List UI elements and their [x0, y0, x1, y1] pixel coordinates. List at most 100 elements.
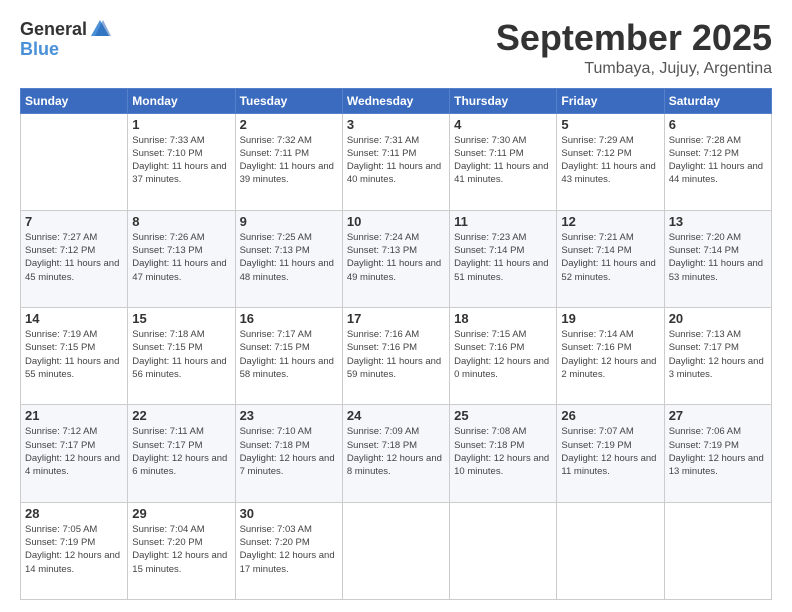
day-info: Sunrise: 7:24 AMSunset: 7:13 PMDaylight:…: [347, 231, 445, 284]
logo-general: General: [20, 20, 87, 38]
month-title: September 2025: [496, 18, 772, 58]
table-row: [664, 502, 771, 599]
day-number: 15: [132, 311, 230, 326]
day-info: Sunrise: 7:23 AMSunset: 7:14 PMDaylight:…: [454, 231, 552, 284]
table-row: 13Sunrise: 7:20 AMSunset: 7:14 PMDayligh…: [664, 210, 771, 307]
calendar-week-3: 21Sunrise: 7:12 AMSunset: 7:17 PMDayligh…: [21, 405, 772, 502]
table-row: [21, 113, 128, 210]
day-info: Sunrise: 7:09 AMSunset: 7:18 PMDaylight:…: [347, 425, 445, 478]
day-info: Sunrise: 7:29 AMSunset: 7:12 PMDaylight:…: [561, 134, 659, 187]
day-info: Sunrise: 7:04 AMSunset: 7:20 PMDaylight:…: [132, 523, 230, 576]
location-title: Tumbaya, Jujuy, Argentina: [496, 60, 772, 78]
day-info: Sunrise: 7:14 AMSunset: 7:16 PMDaylight:…: [561, 328, 659, 381]
table-row: 26 Sunrise: 7:07 AMSunset: 7:19 PMDayligh…: [557, 405, 664, 502]
day-number: 30: [240, 506, 338, 521]
day-number: 27: [669, 408, 767, 423]
table-row: 11Sunrise: 7:23 AMSunset: 7:14 PMDayligh…: [450, 210, 557, 307]
page: General Blue September 2025 Tumbaya, Juj…: [0, 0, 792, 612]
day-number: 23: [240, 408, 338, 423]
day-number: 5: [561, 117, 659, 132]
logo-blue: Blue: [20, 39, 59, 59]
day-number: 26: [561, 408, 659, 423]
day-info: Sunrise: 7:06 AMSunset: 7:19 PMDaylight:…: [669, 425, 767, 478]
calendar-week-0: 1Sunrise: 7:33 AMSunset: 7:10 PMDaylight…: [21, 113, 772, 210]
table-row: 1Sunrise: 7:33 AMSunset: 7:10 PMDaylight…: [128, 113, 235, 210]
day-number: 19: [561, 311, 659, 326]
day-number: 8: [132, 214, 230, 229]
day-number: 29: [132, 506, 230, 521]
day-info: Sunrise: 7:13 AMSunset: 7:17 PMDaylight:…: [669, 328, 767, 381]
col-monday: Monday: [128, 88, 235, 113]
day-info: Sunrise: 7:07 AMSunset: 7:19 PMDaylight:…: [561, 425, 659, 478]
day-number: 10: [347, 214, 445, 229]
day-number: 7: [25, 214, 123, 229]
col-saturday: Saturday: [664, 88, 771, 113]
table-row: 6 Sunrise: 7:28 AMSunset: 7:12 PMDaylight…: [664, 113, 771, 210]
day-number: 17: [347, 311, 445, 326]
day-number: 28: [25, 506, 123, 521]
table-row: 20 Sunrise: 7:13 AMSunset: 7:17 PMDayligh…: [664, 308, 771, 405]
day-info: Sunrise: 7:17 AMSunset: 7:15 PMDaylight:…: [240, 328, 338, 381]
col-wednesday: Wednesday: [342, 88, 449, 113]
table-row: 23 Sunrise: 7:10 AMSunset: 7:18 PMDayligh…: [235, 405, 342, 502]
table-row: [342, 502, 449, 599]
table-row: 12Sunrise: 7:21 AMSunset: 7:14 PMDayligh…: [557, 210, 664, 307]
day-info: Sunrise: 7:33 AMSunset: 7:10 PMDaylight:…: [132, 134, 230, 187]
day-number: 2: [240, 117, 338, 132]
col-friday: Friday: [557, 88, 664, 113]
day-info: Sunrise: 7:25 AMSunset: 7:13 PMDaylight:…: [240, 231, 338, 284]
table-row: 29 Sunrise: 7:04 AMSunset: 7:20 PMDayligh…: [128, 502, 235, 599]
day-info: Sunrise: 7:21 AMSunset: 7:14 PMDaylight:…: [561, 231, 659, 284]
logo: General Blue: [20, 18, 111, 60]
day-info: Sunrise: 7:27 AMSunset: 7:12 PMDaylight:…: [25, 231, 123, 284]
day-number: 6: [669, 117, 767, 132]
day-info: Sunrise: 7:20 AMSunset: 7:14 PMDaylight:…: [669, 231, 767, 284]
day-info: Sunrise: 7:18 AMSunset: 7:15 PMDaylight:…: [132, 328, 230, 381]
table-row: 28 Sunrise: 7:05 AMSunset: 7:19 PMDayligh…: [21, 502, 128, 599]
calendar-week-2: 14Sunrise: 7:19 AMSunset: 7:15 PMDayligh…: [21, 308, 772, 405]
day-info: Sunrise: 7:03 AMSunset: 7:20 PMDaylight:…: [240, 523, 338, 576]
table-row: 4Sunrise: 7:30 AMSunset: 7:11 PMDaylight…: [450, 113, 557, 210]
day-info: Sunrise: 7:15 AMSunset: 7:16 PMDaylight:…: [454, 328, 552, 381]
day-number: 16: [240, 311, 338, 326]
day-info: Sunrise: 7:10 AMSunset: 7:18 PMDaylight:…: [240, 425, 338, 478]
table-row: 10 Sunrise: 7:24 AMSunset: 7:13 PMDayligh…: [342, 210, 449, 307]
day-number: 9: [240, 214, 338, 229]
day-info: Sunrise: 7:19 AMSunset: 7:15 PMDaylight:…: [25, 328, 123, 381]
table-row: 15 Sunrise: 7:18 AMSunset: 7:15 PMDayligh…: [128, 308, 235, 405]
day-number: 24: [347, 408, 445, 423]
table-row: 30 Sunrise: 7:03 AMSunset: 7:20 PMDayligh…: [235, 502, 342, 599]
table-row: 22 Sunrise: 7:11 AMSunset: 7:17 PMDayligh…: [128, 405, 235, 502]
col-thursday: Thursday: [450, 88, 557, 113]
table-row: 16 Sunrise: 7:17 AMSunset: 7:15 PMDayligh…: [235, 308, 342, 405]
table-row: 8Sunrise: 7:26 AMSunset: 7:13 PMDaylight…: [128, 210, 235, 307]
title-block: September 2025 Tumbaya, Jujuy, Argentina: [496, 18, 772, 78]
day-number: 21: [25, 408, 123, 423]
day-number: 20: [669, 311, 767, 326]
table-row: 18Sunrise: 7:15 AMSunset: 7:16 PMDayligh…: [450, 308, 557, 405]
table-row: 25 Sunrise: 7:08 AMSunset: 7:18 PMDayligh…: [450, 405, 557, 502]
table-row: 27 Sunrise: 7:06 AMSunset: 7:19 PMDayligh…: [664, 405, 771, 502]
table-row: 14Sunrise: 7:19 AMSunset: 7:15 PMDayligh…: [21, 308, 128, 405]
logo-icon: [89, 18, 111, 40]
day-number: 22: [132, 408, 230, 423]
day-info: Sunrise: 7:05 AMSunset: 7:19 PMDaylight:…: [25, 523, 123, 576]
day-number: 25: [454, 408, 552, 423]
day-info: Sunrise: 7:28 AMSunset: 7:12 PMDaylight:…: [669, 134, 767, 187]
table-row: 2Sunrise: 7:32 AMSunset: 7:11 PMDaylight…: [235, 113, 342, 210]
day-info: Sunrise: 7:08 AMSunset: 7:18 PMDaylight:…: [454, 425, 552, 478]
day-info: Sunrise: 7:30 AMSunset: 7:11 PMDaylight:…: [454, 134, 552, 187]
table-row: 24 Sunrise: 7:09 AMSunset: 7:18 PMDayligh…: [342, 405, 449, 502]
table-row: 9 Sunrise: 7:25 AMSunset: 7:13 PMDaylight…: [235, 210, 342, 307]
table-row: 19 Sunrise: 7:14 AMSunset: 7:16 PMDayligh…: [557, 308, 664, 405]
day-info: Sunrise: 7:31 AMSunset: 7:11 PMDaylight:…: [347, 134, 445, 187]
col-tuesday: Tuesday: [235, 88, 342, 113]
col-sunday: Sunday: [21, 88, 128, 113]
day-info: Sunrise: 7:11 AMSunset: 7:17 PMDaylight:…: [132, 425, 230, 478]
table-row: [450, 502, 557, 599]
calendar-week-1: 7 Sunrise: 7:27 AMSunset: 7:12 PMDaylight…: [21, 210, 772, 307]
calendar-week-4: 28 Sunrise: 7:05 AMSunset: 7:19 PMDayligh…: [21, 502, 772, 599]
header: General Blue September 2025 Tumbaya, Juj…: [20, 18, 772, 78]
day-info: Sunrise: 7:16 AMSunset: 7:16 PMDaylight:…: [347, 328, 445, 381]
header-row: Sunday Monday Tuesday Wednesday Thursday…: [21, 88, 772, 113]
